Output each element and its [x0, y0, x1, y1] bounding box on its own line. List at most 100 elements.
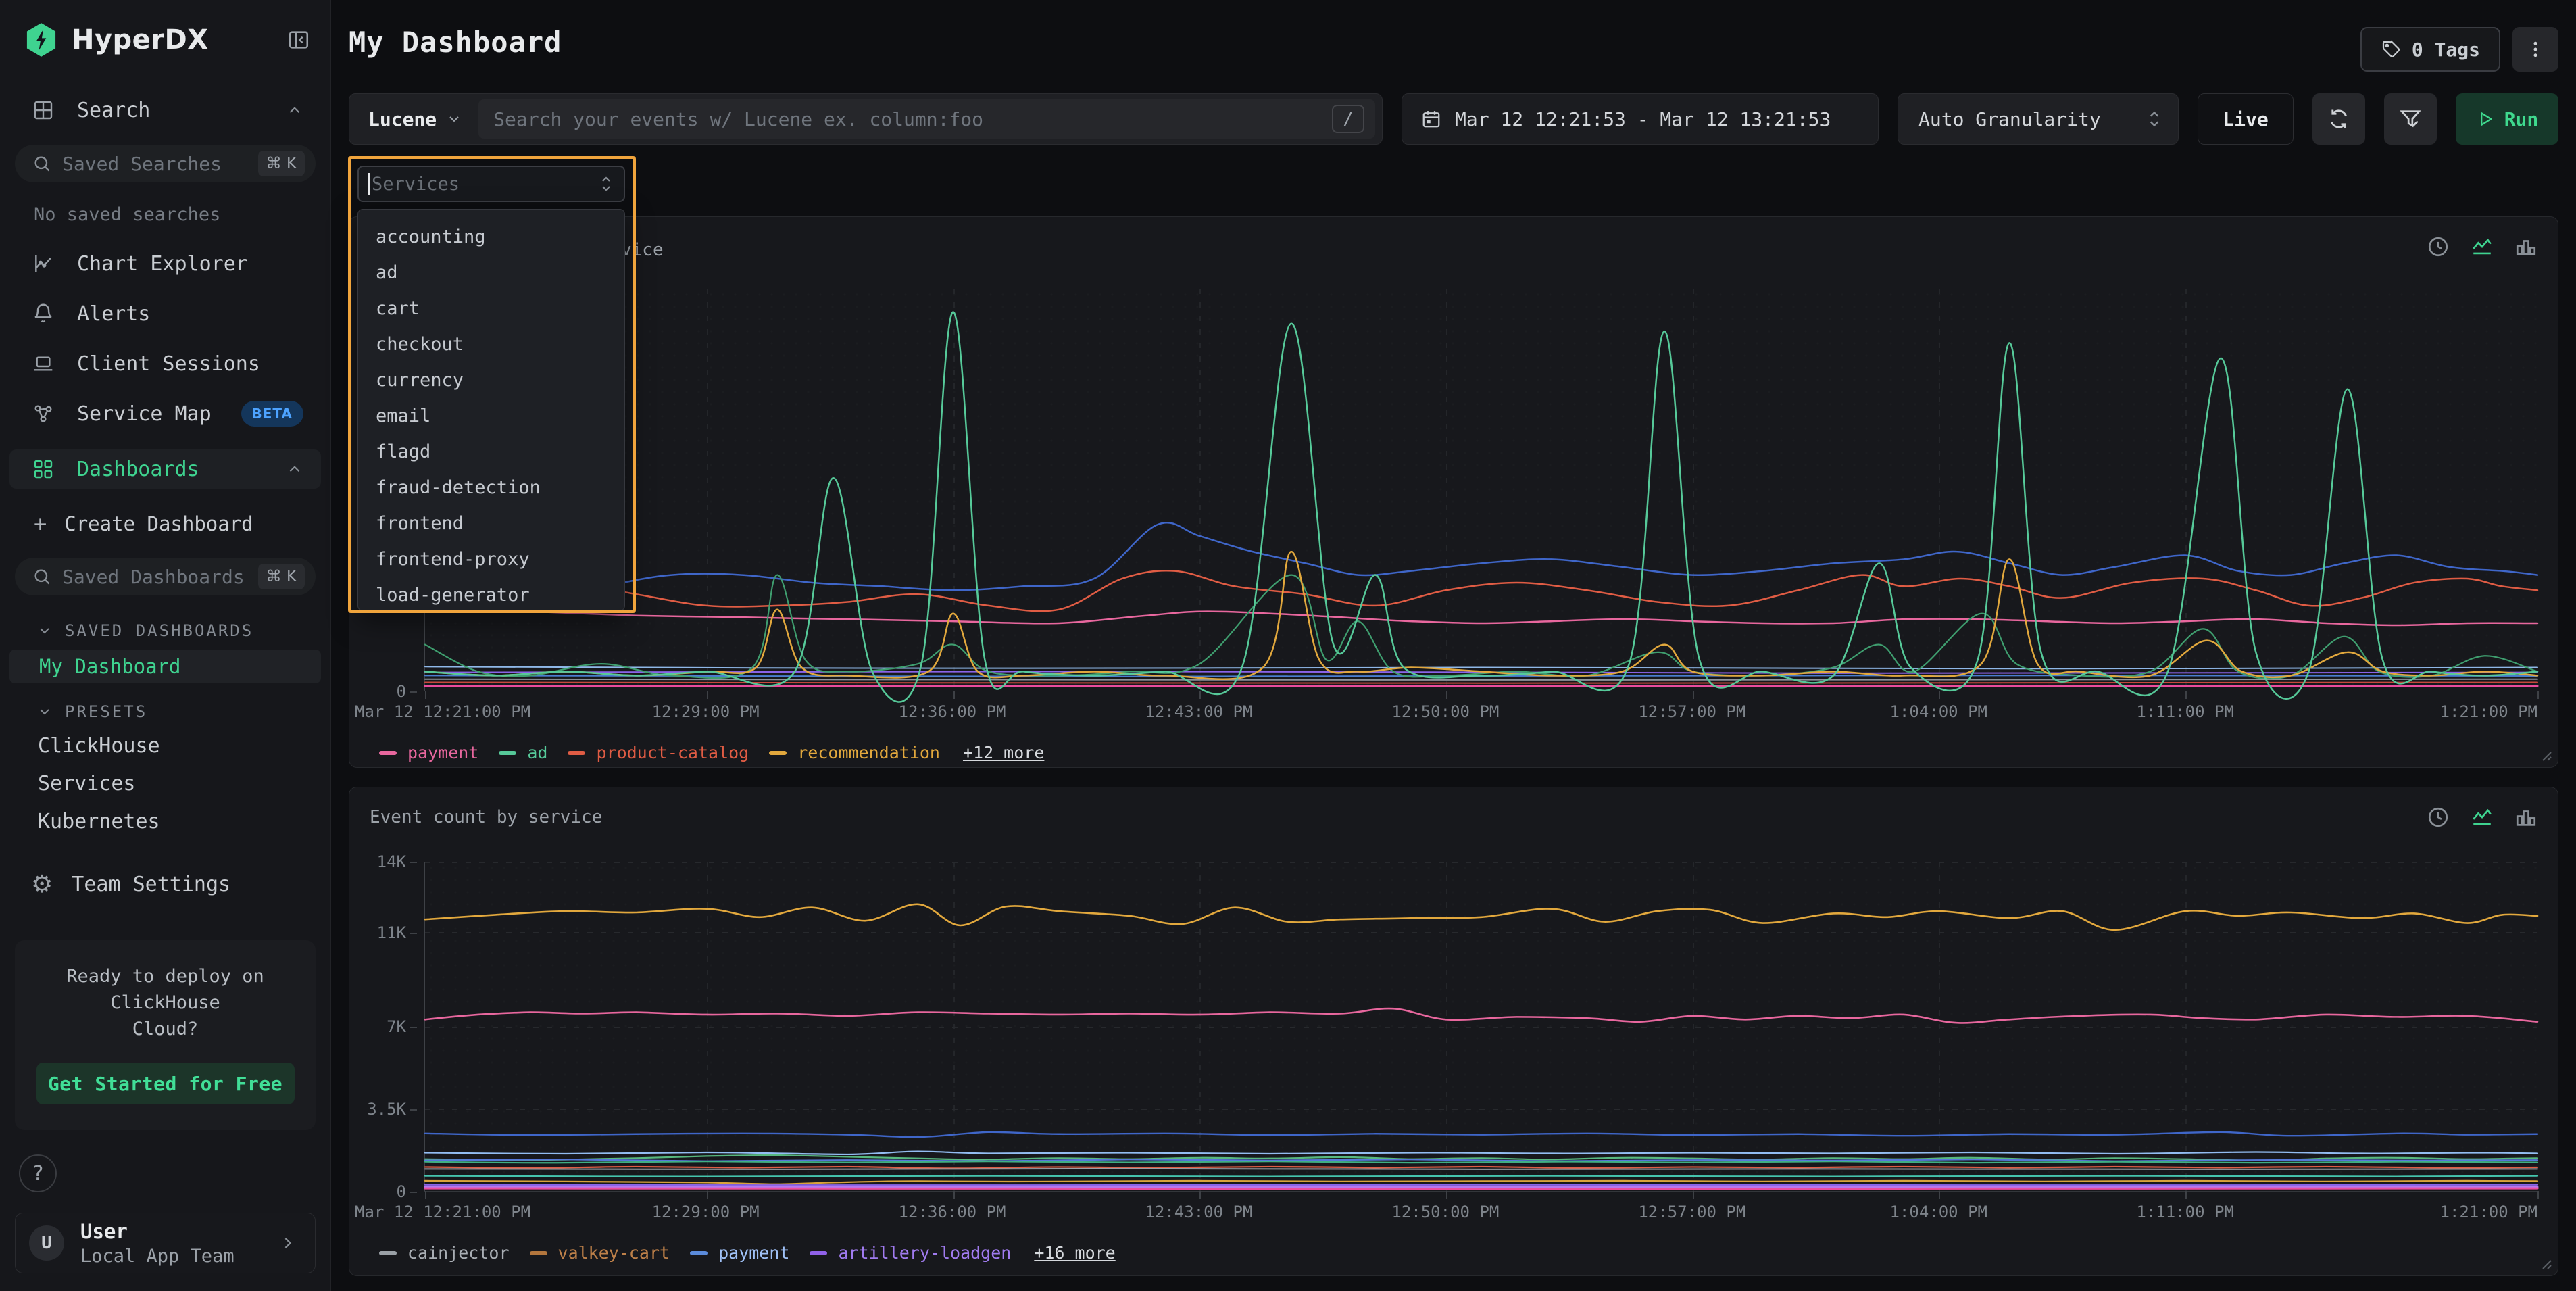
search-input[interactable]: Search your events w/ Lucene ex. column:…: [478, 99, 1375, 139]
y-axis: 03.5K7K11K14K: [370, 862, 424, 1192]
sidebar-item-dashboards[interactable]: Dashboards: [9, 449, 321, 489]
legend-label: recommendation: [797, 743, 940, 762]
shortcut-chip: ⌘ K: [258, 151, 305, 176]
section-label-text: SAVED DASHBOARDS: [65, 621, 253, 640]
option-frontend-proxy[interactable]: frontend-proxy: [358, 541, 624, 577]
saved-dashboards-section[interactable]: SAVED DASHBOARDS: [0, 621, 330, 640]
tags-button[interactable]: 0 Tags: [2360, 27, 2500, 72]
logo-row: HyperDX: [0, 0, 330, 57]
sidebar-item-search[interactable]: Search: [0, 95, 330, 126]
user-meta: User Local App Team: [80, 1220, 278, 1267]
legend-item[interactable]: artillery-loadgen: [810, 1243, 1011, 1263]
sidebar-item-services[interactable]: Services: [0, 764, 330, 802]
user-menu[interactable]: U User Local App Team: [15, 1213, 316, 1273]
create-dashboard-button[interactable]: + Create Dashboard: [0, 509, 330, 539]
x-axis-tick: [953, 1191, 955, 1199]
sidebar-collapse-icon[interactable]: [287, 28, 310, 51]
resize-grip[interactable]: [2539, 1257, 2552, 1270]
sidebar-item-label: Alerts: [77, 302, 303, 326]
legend-item[interactable]: ad: [499, 743, 547, 762]
beta-badge: BETA: [241, 401, 303, 427]
legend-item[interactable]: payment: [379, 743, 478, 762]
card-header: [370, 233, 2537, 260]
legend-dash: [690, 1251, 708, 1255]
legend-item[interactable]: cainjector: [379, 1243, 510, 1263]
play-icon: [2476, 109, 2495, 128]
x-axis-label: 12:29:00 PM: [652, 1202, 760, 1221]
services-filter-input[interactable]: Services: [357, 166, 625, 202]
sidebar-item-alerts[interactable]: Alerts: [0, 298, 330, 329]
chevron-down-icon: [446, 111, 462, 127]
filter-button[interactable]: [2384, 93, 2437, 145]
bar-chart-icon[interactable]: [2515, 235, 2537, 258]
help-button[interactable]: ?: [19, 1154, 57, 1192]
legend-label: product-catalog: [596, 743, 749, 762]
clickhouse-promo-card: Ready to deploy on ClickHouse Cloud? Get…: [15, 940, 316, 1130]
sidebar-item-kubernetes[interactable]: Kubernetes: [0, 802, 330, 840]
gear-icon: ⚙: [31, 871, 53, 898]
avatar: U: [29, 1225, 64, 1261]
legend-item[interactable]: recommendation: [769, 743, 940, 762]
option-accounting[interactable]: accounting: [358, 219, 624, 255]
line-chart-icon[interactable]: [2470, 235, 2494, 258]
sidebar-item-clickhouse[interactable]: ClickHouse: [0, 727, 330, 764]
date-range-picker[interactable]: Mar 12 12:21:53 - Mar 12 13:21:53: [1402, 93, 1879, 145]
chart-title-partial: vice: [621, 240, 664, 260]
get-started-button[interactable]: Get Started for Free: [36, 1063, 295, 1104]
option-checkout[interactable]: checkout: [358, 326, 624, 362]
legend-dash: [530, 1251, 547, 1255]
y-axis-label: 0: [397, 682, 417, 701]
option-fraud-detection[interactable]: fraud-detection: [358, 470, 624, 506]
saved-searches-input[interactable]: Saved Searches ⌘ K: [15, 145, 316, 182]
x-axis-label: 12:50:00 PM: [1391, 702, 1499, 721]
promo-text-line1: Ready to deploy on ClickHouse: [32, 963, 298, 1016]
x-axis-label: 12:36:00 PM: [899, 1202, 1006, 1221]
x-axis-tick: [1939, 1191, 1940, 1199]
legend-item[interactable]: valkey-cart: [530, 1243, 670, 1263]
option-cart[interactable]: cart: [358, 291, 624, 326]
refresh-button[interactable]: [2312, 93, 2365, 145]
line-chart-icon[interactable]: [2470, 806, 2494, 829]
resize-grip[interactable]: [2539, 748, 2552, 762]
x-axis-tick: [2185, 691, 2187, 699]
legend-more-link[interactable]: +12 more: [963, 743, 1044, 762]
plot-area[interactable]: [424, 862, 2537, 1192]
x-axis-label: 12:57:00 PM: [1638, 702, 1745, 721]
legend-label: artillery-loadgen: [838, 1243, 1011, 1263]
granularity-select[interactable]: Auto Granularity: [1898, 93, 2179, 145]
dashboard-menu-button[interactable]: [2512, 27, 2558, 72]
tag-icon: [2381, 39, 2401, 59]
sidebar-item-team-settings[interactable]: ⚙ Team Settings: [0, 867, 330, 901]
legend-dash: [769, 751, 787, 755]
x-axis-label: Mar 12 12:21:00 PM: [355, 702, 530, 721]
updown-chevron-icon: [598, 174, 614, 193]
table-icon: [32, 99, 54, 121]
live-button[interactable]: Live: [2198, 93, 2294, 145]
option-load-generator[interactable]: load-generator: [358, 577, 624, 611]
event-search-bar: Lucene Search your events w/ Lucene ex. …: [349, 93, 1383, 145]
legend-more-link[interactable]: +16 more: [1034, 1243, 1115, 1263]
legend-item[interactable]: payment: [690, 1243, 789, 1263]
presets-section[interactable]: PRESETS: [0, 702, 330, 721]
legend-item[interactable]: product-catalog: [568, 743, 749, 762]
time-icon[interactable]: [2427, 806, 2450, 829]
time-icon[interactable]: [2427, 235, 2450, 258]
plot-area[interactable]: [424, 289, 2537, 691]
sidebar-item-chart-explorer[interactable]: Chart Explorer: [0, 248, 330, 279]
app-title: HyperDX: [72, 24, 287, 55]
option-currency[interactable]: currency: [358, 362, 624, 398]
option-email[interactable]: email: [358, 398, 624, 434]
option-flagd[interactable]: flagd: [358, 434, 624, 470]
bar-chart-icon[interactable]: [2515, 806, 2537, 829]
legend-dash: [379, 751, 397, 755]
run-button[interactable]: Run: [2456, 93, 2558, 145]
saved-dashboards-input[interactable]: Saved Dashboards ⌘ K: [15, 558, 316, 595]
option-ad[interactable]: ad: [358, 255, 624, 291]
sidebar-item-client-sessions[interactable]: Client Sessions: [0, 348, 330, 379]
sidebar-item-service-map[interactable]: Service Map BETA: [0, 398, 330, 429]
language-select[interactable]: Lucene: [349, 108, 478, 130]
sidebar-item-my-dashboard[interactable]: My Dashboard: [9, 650, 321, 683]
service-map-icon: [32, 403, 54, 424]
option-frontend[interactable]: frontend: [358, 506, 624, 541]
x-axis: Mar 12 12:21:00 PM12:29:00 PM12:36:00 PM…: [424, 702, 2537, 725]
